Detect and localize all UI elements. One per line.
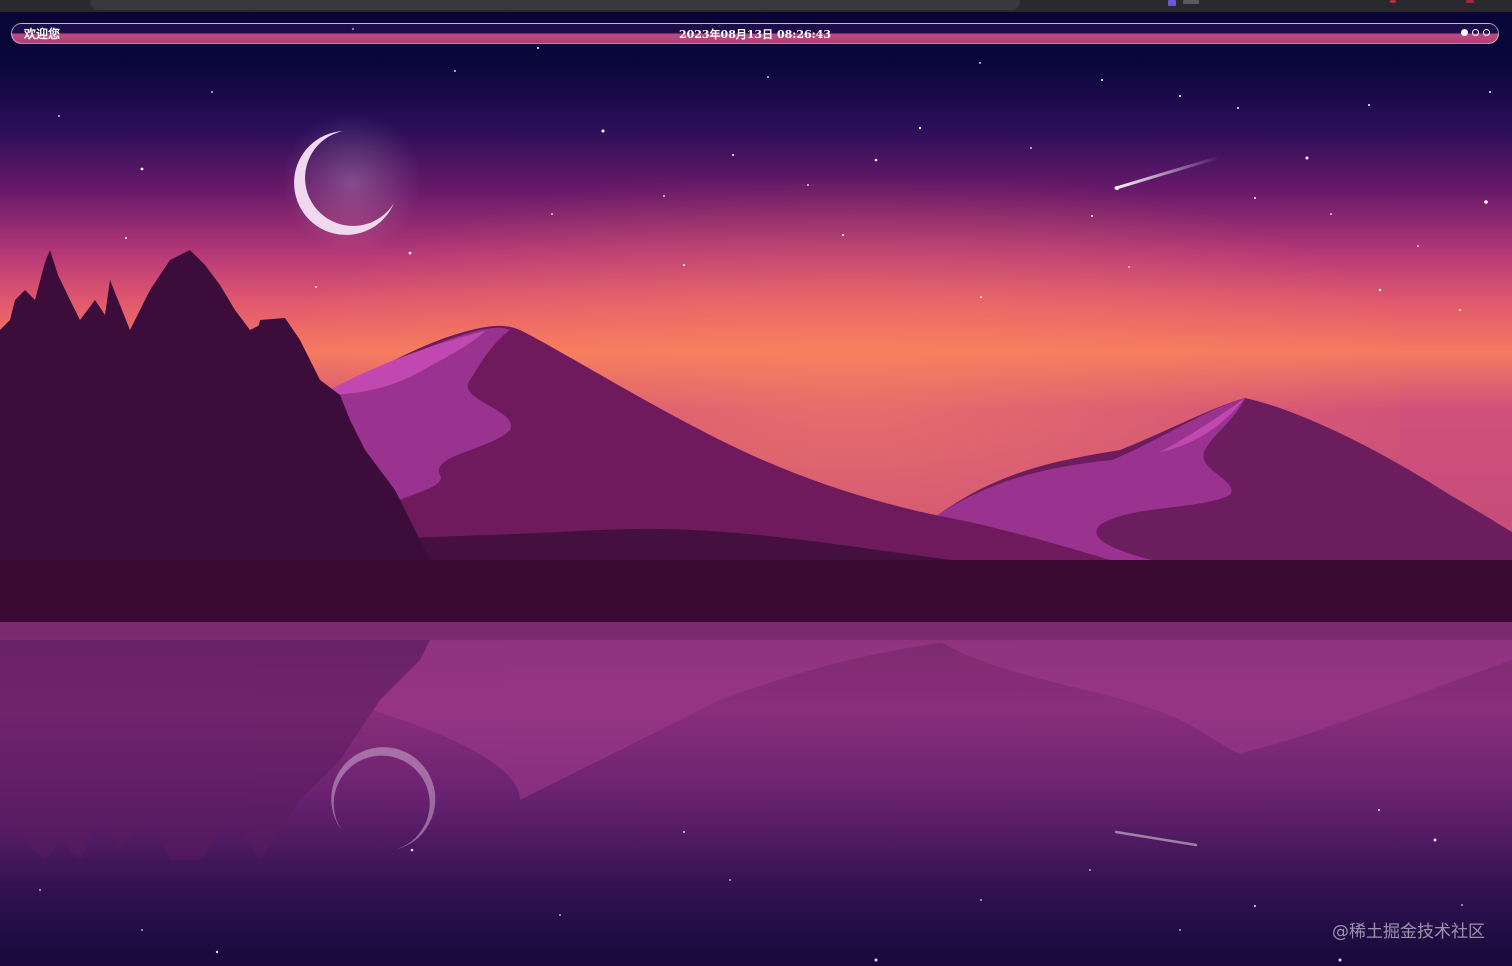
extension-icon[interactable]: [1168, 0, 1176, 6]
datetime-display: 2023年08月13日 08:26:43: [678, 28, 832, 41]
extension-label[interactable]: [1183, 0, 1199, 4]
desktop-screen: 欢迎您 2023年08月13日 08:26:43 @稀土掘金技术社区: [0, 0, 1512, 966]
profile-badge-icon[interactable]: [1466, 0, 1474, 3]
slide-dot-2[interactable]: [1472, 29, 1479, 36]
slide-dot-1[interactable]: [1461, 29, 1468, 36]
wallpaper-scene: [0, 0, 1512, 966]
address-bar[interactable]: [90, 0, 1020, 10]
watermark: @稀土掘金技术社区: [1332, 922, 1485, 942]
slide-indicator: [1461, 29, 1490, 39]
browser-chrome: [0, 0, 1512, 12]
top-bar: 欢迎您 2023年08月13日 08:26:43: [11, 23, 1499, 44]
slide-dot-3[interactable]: [1483, 29, 1490, 36]
notification-dot-icon: [1390, 0, 1396, 3]
